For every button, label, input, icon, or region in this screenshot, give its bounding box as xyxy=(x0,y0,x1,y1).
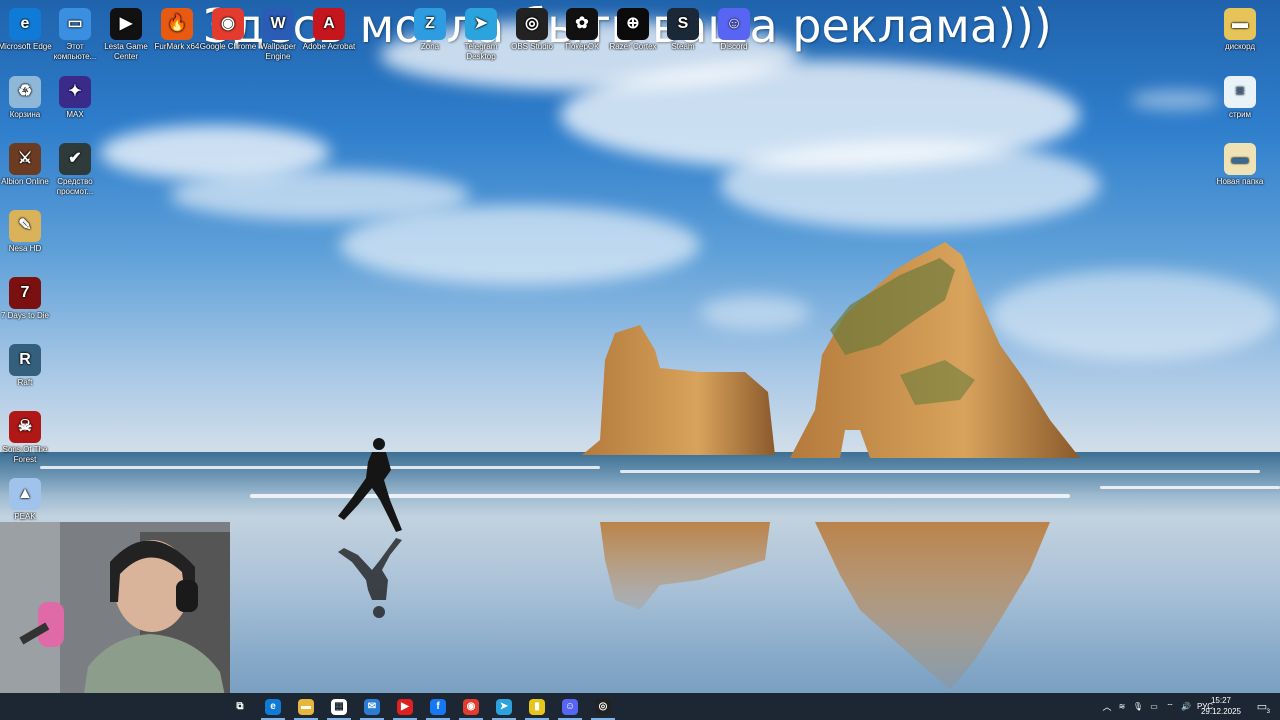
telegram-icon: ➤ xyxy=(465,8,497,40)
taskbar-button-task_view[interactable]: ⧉ xyxy=(224,693,256,720)
notification-icon: ▭ xyxy=(1256,701,1268,713)
desktop-icon-label: 7 Days to Die xyxy=(0,311,50,320)
chevron-up-icon[interactable]: ︿ xyxy=(1100,700,1114,713)
pokerok-icon: ✿ xyxy=(566,8,598,40)
desktop-icon-diskord[interactable]: ▬ дискорд xyxy=(1210,4,1270,52)
desktop-icon-nesa[interactable]: ✎ Nesa HD xyxy=(0,206,55,254)
network-icon[interactable]: ≋ xyxy=(1114,702,1130,711)
clock-date: 29.12.2025 xyxy=(1200,707,1242,716)
discord-icon: ☺ xyxy=(718,8,750,40)
clock-time: 15:27 xyxy=(1210,696,1232,705)
taskbar-button-obs[interactable]: ◎ xyxy=(587,693,619,720)
chrome-icon: ◉ xyxy=(212,8,244,40)
desktop-icon-label: Sons Of The Forest xyxy=(2,445,48,464)
notification-center-button[interactable]: ▭ 3 xyxy=(1250,693,1274,720)
clock[interactable]: 15:27 29.12.2025 xyxy=(1196,695,1246,717)
desktop-icon-label: Nesa HD xyxy=(8,244,42,253)
taskbar-button-lesta[interactable]: ▮ xyxy=(521,693,553,720)
steam-icon: S xyxy=(667,8,699,40)
facebook-icon: f xyxy=(430,698,446,715)
folder-icon: ▬ xyxy=(1224,8,1256,40)
mail-icon: ✉ xyxy=(364,698,380,715)
discord-icon: ☺ xyxy=(562,698,578,715)
desktop-icon-sotf[interactable]: ☠ Sons Of The Forest xyxy=(0,407,55,465)
lesta-icon: ▶ xyxy=(110,8,142,40)
webcam-overlay xyxy=(0,522,230,720)
desktop-icon-new_folder[interactable]: ▬ Новая папка xyxy=(1210,139,1270,187)
left-rock xyxy=(582,325,775,455)
desktop-icon-label: PEAK xyxy=(14,512,36,521)
text-file-icon: ≡ xyxy=(1224,76,1256,108)
albion-icon: ⚔ xyxy=(9,143,41,175)
recycle-bin-icon: ♻ xyxy=(9,76,41,108)
nesa-icon: ✎ xyxy=(9,210,41,242)
furmark-icon: 🔥 xyxy=(161,8,193,40)
runner-reflection xyxy=(338,538,402,618)
desktop-icon-label: дискорд xyxy=(1224,42,1256,51)
youtube-icon: ▶ xyxy=(397,698,413,715)
desktop-icon-max[interactable]: ✦ MAX xyxy=(45,72,105,120)
sons-forest-icon: ☠ xyxy=(9,411,41,443)
lesta-icon: ▮ xyxy=(529,698,545,715)
notification-count: 3 xyxy=(1266,709,1270,715)
battery-icon[interactable]: ▭ xyxy=(1146,702,1162,711)
left-rock-reflection xyxy=(600,522,770,610)
obs-icon: ◎ xyxy=(516,8,548,40)
file-explorer-icon: ▬ xyxy=(298,698,314,715)
taskbar-button-mail[interactable]: ✉ xyxy=(356,693,388,720)
taskbar-button-facebook[interactable]: f xyxy=(422,693,454,720)
chrome-icon: ◉ xyxy=(463,698,479,715)
taskbar-button-chrome[interactable]: ◉ xyxy=(455,693,487,720)
desktop-icon-acrobat[interactable]: A Adobe Acrobat xyxy=(299,4,359,52)
peak-icon: ▲ xyxy=(9,478,41,510)
desktop-icon-label: стрим xyxy=(1228,110,1252,119)
runner-silhouette xyxy=(338,438,402,532)
taskbar xyxy=(0,693,1280,720)
taskbar-button-telegram[interactable]: ➤ xyxy=(488,693,520,720)
webcam-feed xyxy=(0,522,230,720)
desktop-icon-peak[interactable]: ▲ PEAK xyxy=(0,474,55,522)
desktop-icon-strim[interactable]: ≡ стрим xyxy=(1210,72,1270,120)
taskbar-button-explorer[interactable]: ▬ xyxy=(290,693,322,720)
taskbar-button-edge[interactable]: e xyxy=(257,693,289,720)
folder-icon: ▬ xyxy=(1224,143,1256,175)
acrobat-icon: A xyxy=(313,8,345,40)
desktop-icon-label: Adobe Acrobat xyxy=(302,42,356,51)
desktop-icon-label: Средство просмот... xyxy=(56,177,94,196)
store-icon: ▦ xyxy=(331,698,347,715)
desktop-icon-label: Raft xyxy=(17,378,33,387)
desktop-icon-7days[interactable]: 7 7 Days to Die xyxy=(0,273,55,321)
7days-icon: 7 xyxy=(9,277,41,309)
desktop-icon-label: MAX xyxy=(66,110,84,119)
taskbar-button-store[interactable]: ▦ xyxy=(323,693,355,720)
volume-icon[interactable]: 🔊 xyxy=(1178,702,1194,711)
raft-icon: R xyxy=(9,344,41,376)
razer-icon: ⊕ xyxy=(617,8,649,40)
telegram-icon: ➤ xyxy=(496,698,512,715)
wifi-icon[interactable]: ⌔ xyxy=(1162,702,1178,712)
desktop-icon-label: Новая папка xyxy=(1216,177,1264,186)
desktop-icon-discord[interactable]: ☺ Discord xyxy=(704,4,764,52)
right-rock-reflection xyxy=(815,522,1050,690)
zona-icon: Z xyxy=(414,8,446,40)
desktop-icon-raft[interactable]: R Raft xyxy=(0,340,55,388)
taskbar-button-discord[interactable]: ☺ xyxy=(554,693,586,720)
task-view-icon: ⧉ xyxy=(232,698,248,715)
obs-icon: ◎ xyxy=(595,698,611,715)
desktop-icon-label: Discord xyxy=(720,42,748,51)
microphone xyxy=(38,602,64,647)
viewer-icon: ✔ xyxy=(59,143,91,175)
max-icon: ✦ xyxy=(59,76,91,108)
edge-icon: e xyxy=(265,698,281,715)
edge-icon: e xyxy=(9,8,41,40)
microphone-icon[interactable]: 🎙 xyxy=(1130,702,1146,711)
computer-icon: ▭ xyxy=(59,8,91,40)
taskbar-button-youtube[interactable]: ▶ xyxy=(389,693,421,720)
wallpaper-engine-icon: W xyxy=(262,8,294,40)
desktop-icon-viewer[interactable]: ✔ Средство просмот... xyxy=(45,139,105,197)
